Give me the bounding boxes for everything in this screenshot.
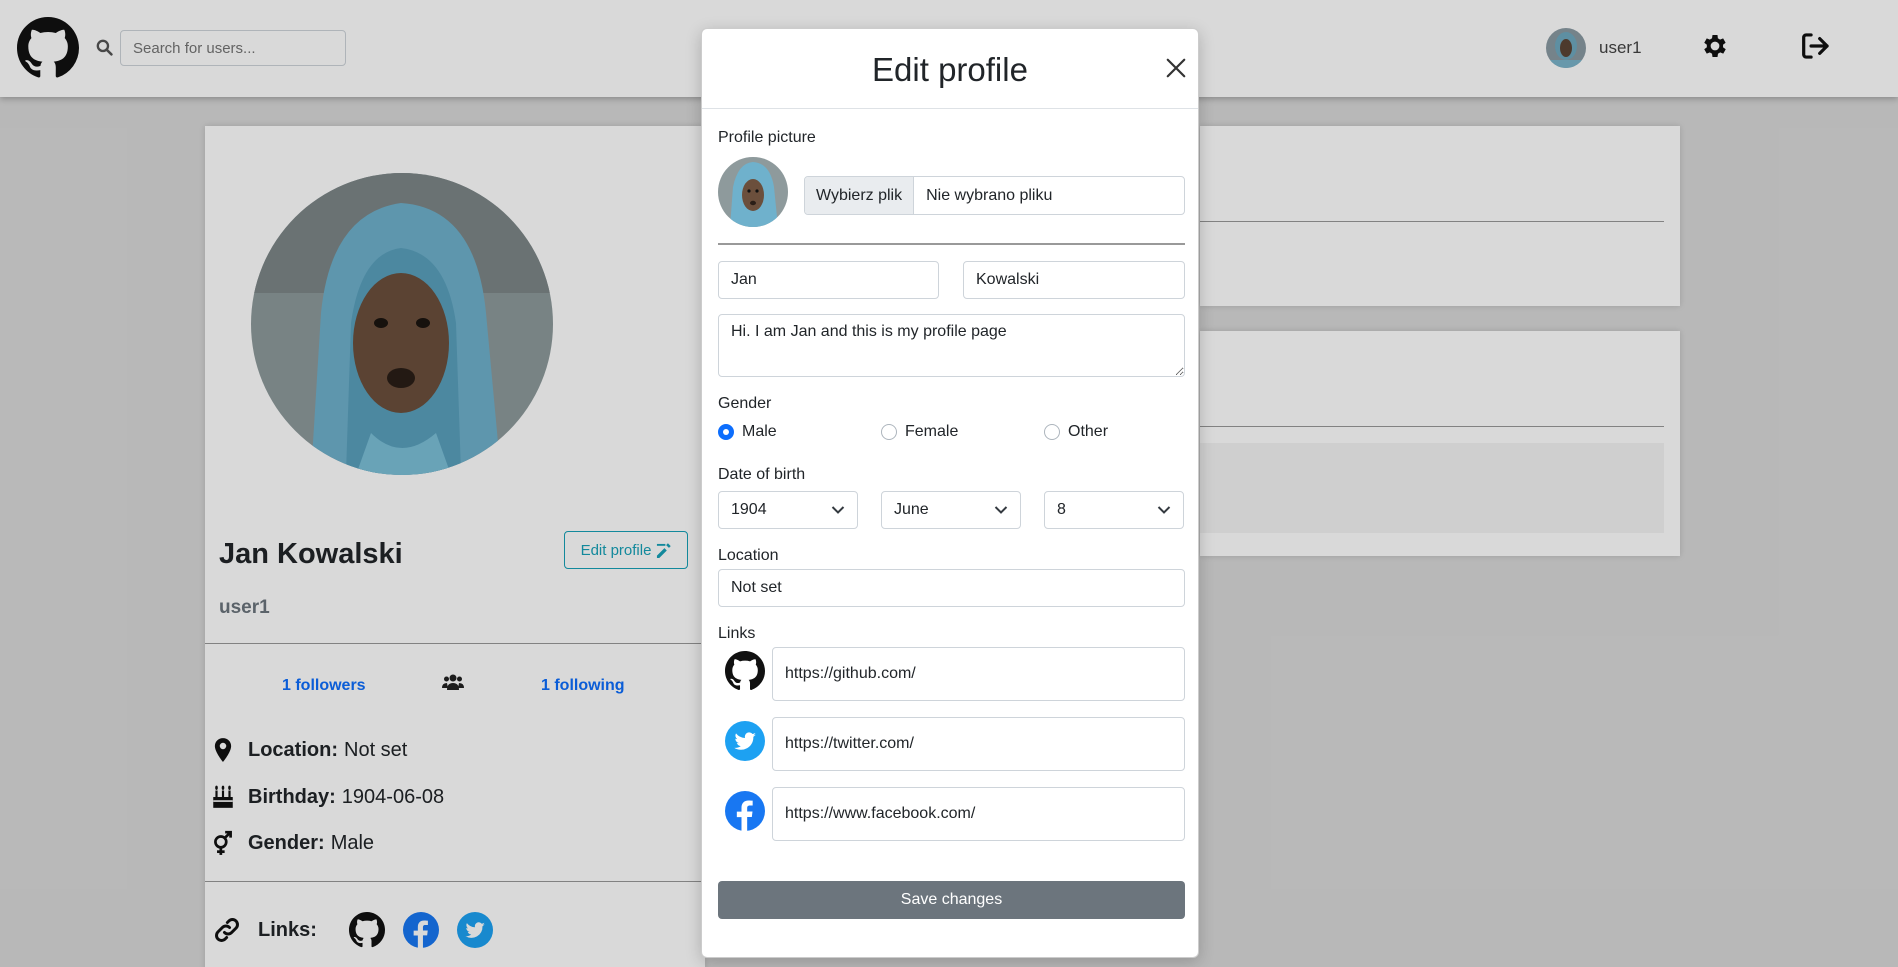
dob-year-select[interactable]: 1904 bbox=[718, 491, 858, 529]
location-label: Location bbox=[718, 547, 779, 564]
gender-label: Gender bbox=[718, 395, 772, 412]
radio-button[interactable] bbox=[718, 424, 734, 440]
links-label: Links bbox=[718, 625, 756, 642]
edit-profile-modal: Edit profile Profile picture Wybierz pli… bbox=[701, 28, 1199, 958]
dob-month-select[interactable]: June bbox=[881, 491, 1021, 529]
choose-file-button[interactable]: Wybierz plik bbox=[805, 177, 915, 214]
select-value: 8 bbox=[1057, 501, 1066, 518]
profile-picture-label: Profile picture bbox=[718, 129, 816, 146]
radio-button[interactable] bbox=[881, 424, 897, 440]
last-name-field[interactable] bbox=[963, 261, 1185, 299]
facebook-icon bbox=[725, 791, 765, 831]
twitter-icon bbox=[725, 721, 765, 761]
facebook-link-field[interactable] bbox=[772, 787, 1185, 841]
gender-radio-female[interactable]: Female bbox=[881, 423, 958, 441]
select-value: 1904 bbox=[731, 501, 767, 518]
close-icon[interactable] bbox=[1165, 57, 1187, 79]
gender-radio-other[interactable]: Other bbox=[1044, 423, 1108, 441]
radio-label: Male bbox=[742, 423, 777, 440]
dob-day-select[interactable]: 8 bbox=[1044, 491, 1184, 529]
chevron-down-icon bbox=[1157, 506, 1171, 514]
first-name-field[interactable] bbox=[718, 261, 939, 299]
file-input[interactable]: Wybierz plik Nie wybrano pliku bbox=[804, 176, 1185, 215]
dob-label: Date of birth bbox=[718, 466, 806, 483]
select-value: June bbox=[894, 501, 929, 518]
bio-field[interactable]: Hi. I am Jan and this is my profile page bbox=[718, 314, 1185, 377]
file-status: Nie wybrano pliku bbox=[926, 186, 1053, 204]
github-link-field[interactable] bbox=[772, 647, 1185, 701]
twitter-link-field[interactable] bbox=[772, 717, 1185, 771]
github-icon bbox=[725, 651, 765, 691]
radio-button[interactable] bbox=[1044, 424, 1060, 440]
save-changes-button[interactable]: Save changes bbox=[718, 881, 1185, 919]
radio-label: Other bbox=[1068, 423, 1109, 440]
radio-label: Female bbox=[905, 423, 959, 440]
divider bbox=[718, 243, 1185, 245]
profile-picture-preview bbox=[718, 157, 788, 227]
location-field[interactable] bbox=[718, 569, 1185, 607]
modal-header: Edit profile bbox=[702, 29, 1198, 109]
modal-title: Edit profile bbox=[872, 51, 1028, 88]
gender-radio-male[interactable]: Male bbox=[718, 423, 777, 441]
chevron-down-icon bbox=[994, 506, 1008, 514]
chevron-down-icon bbox=[831, 506, 845, 514]
